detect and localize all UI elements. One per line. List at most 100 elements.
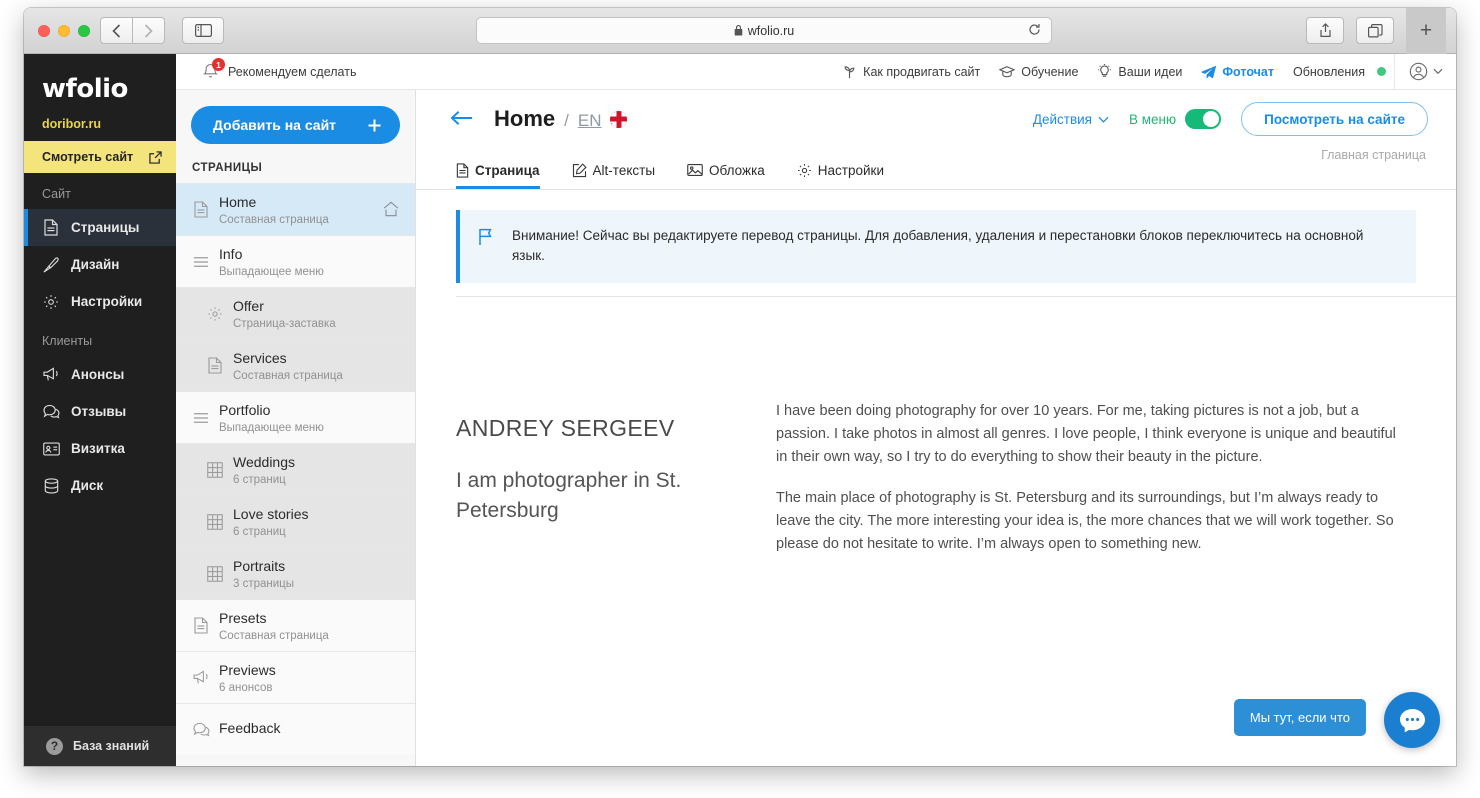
image-icon [687,163,703,177]
content-tagline[interactable]: I am photographer in St. Petersburg [456,466,776,527]
content-heading-name[interactable]: ANDREY SERGEEV [456,415,776,442]
notice-text: Внимание! Сейчас вы редактируете перевод… [512,228,1364,264]
top-link-education[interactable]: Обучение [999,65,1078,79]
site-domain-label: doribor.ru [42,117,102,131]
add-to-site-button[interactable]: Добавить на сайт [191,106,400,144]
sidebar-item-label: Страницы [71,220,140,235]
sidebar-item-label: Дизайн [71,257,120,272]
page-item-subtitle: 3 страницы [233,577,295,590]
sidebar-item-label: Диск [71,478,104,493]
in-menu-toggle[interactable] [1185,109,1222,129]
tab-cover[interactable]: Обложка [687,148,783,189]
address-bar-url: wfolio.ru [747,23,795,38]
page-list-item[interactable]: Offer Страница-заставка [176,287,415,339]
knowledge-base-button[interactable]: ? База знаний [24,726,176,766]
tab-page[interactable]: Страница [456,148,558,189]
paper-plane-icon [1201,65,1217,79]
tab-alt-texts[interactable]: Alt-тексты [572,148,673,189]
reload-icon[interactable] [1028,23,1041,36]
pages-panel: Добавить на сайт СТРАНИЦЫ Home Составная… [176,90,416,766]
close-window-button[interactable] [38,25,50,37]
wfolio-logo[interactable]: wfolio [24,54,176,104]
sidebar-item-design[interactable]: Дизайн [24,246,176,283]
chat-launcher-button[interactable] [1384,692,1440,748]
grid-icon [206,565,224,582]
tab-overview-icon[interactable] [1356,17,1394,44]
page-list-item[interactable]: Presets Составная страница [176,599,415,651]
page-item-title: Info [219,245,243,262]
chevron-down-icon [1098,116,1109,123]
page-list-item[interactable]: Previews 6 анонсов [176,651,415,703]
translation-notice-banner: Внимание! Сейчас вы редактируете перевод… [456,210,1416,283]
tab-settings[interactable]: Настройки [797,148,902,189]
page-icon [456,162,469,178]
top-link-promote[interactable]: Как продвигать сайт [842,64,980,79]
plus-icon [367,118,382,133]
home-icon [383,201,399,217]
sidebar-item-disk[interactable]: Диск [24,467,176,504]
top-link-photochat[interactable]: Фоточат [1201,65,1274,79]
tab-bar: Страница Alt-тексты Обложка Настройки [416,148,1456,190]
view-on-site-button[interactable]: Посмотреть на сайте [1241,102,1428,136]
nav-group-title-clients: Клиенты [42,334,93,348]
page-item-title: Weddings [233,453,296,470]
tab-label: Страница [475,162,540,178]
actions-dropdown[interactable]: Действия [1033,112,1109,127]
sidebar-item-reviews[interactable]: Отзывы [24,393,176,430]
maximize-window-button[interactable] [78,25,90,37]
page-list-item[interactable]: Love stories 6 страниц [176,495,415,547]
page-list-item[interactable]: Feedback [176,703,415,755]
sidebar-item-settings[interactable]: Настройки [24,283,176,320]
top-link-label: Обучение [1021,64,1079,79]
graduation-cap-icon [999,65,1016,79]
page-item-title: Services [233,349,287,366]
page-header: Home / EN Действия В меню Посмотреть на … [416,90,1456,162]
arrow-left-icon[interactable] [450,110,474,126]
gear-icon [797,163,812,178]
view-on-site-label: Посмотреть на сайте [1264,111,1405,127]
view-site-bar[interactable]: Смотреть сайт [24,141,176,173]
view-site-label: Смотреть сайт [42,150,134,164]
top-links: Как продвигать сайт Обучение Ваши идеи Ф… [842,63,1394,80]
document-icon [42,219,60,236]
page-list-item[interactable]: Weddings 6 страниц [176,443,415,495]
content-divider [456,296,1456,297]
page-list-item[interactable]: Info Выпадающее меню [176,235,415,287]
recommendations-button[interactable]: 1 Рекомендуем сделать [176,58,357,80]
browser-back-button[interactable] [100,17,133,44]
external-link-icon [149,150,162,164]
sidebar-item-announcements[interactable]: Анонсы [24,356,176,393]
sidebar-item-pages[interactable]: Страницы [24,209,176,246]
top-link-ideas[interactable]: Ваши идеи [1097,63,1182,80]
account-menu-button[interactable] [1394,54,1456,90]
sidebar-toggle-icon[interactable] [182,17,224,44]
sidebar-item-businesscard[interactable]: Визитка [24,430,176,467]
top-link-label: Фоточат [1222,64,1274,79]
page-item-subtitle: Составная страница [219,213,329,226]
browser-forward-button[interactable] [132,17,165,44]
page-title-row: Home / EN [494,106,628,132]
page-list-item[interactable]: Services Составная страница [176,339,415,391]
content-paragraph[interactable]: I have been doing photography for over 1… [776,400,1401,469]
contact-card-icon [42,442,60,456]
in-menu-toggle-group[interactable]: В меню [1129,109,1222,129]
page-list-item[interactable]: Portfolio Выпадающее меню [176,391,415,443]
notification-badge: 1 [212,58,225,71]
page-item-title: Offer [233,297,264,314]
chat-icon [42,404,60,419]
page-list-item[interactable]: Home Составная страница [176,183,415,235]
content-paragraph[interactable]: The main place of photography is St. Pet… [776,487,1401,556]
language-link[interactable]: EN [578,111,602,131]
recommendations-label: Рекомендуем сделать [228,64,357,79]
question-mark-icon: ? [46,737,63,755]
top-link-updates[interactable]: Обновления [1293,65,1386,79]
status-dot-icon [1377,67,1386,76]
chat-prompt-bubble[interactable]: Мы тут, если что [1233,699,1366,736]
address-bar[interactable]: wfolio.ru [476,17,1052,44]
page-list-item[interactable]: Portraits 3 страницы [176,547,415,599]
minimize-window-button[interactable] [58,25,70,37]
share-icon[interactable] [1306,17,1344,44]
page-item-title: Home [219,193,257,210]
page-viewport: wfolio doribor.ru Смотреть сайт Сайт Стр… [24,54,1456,766]
new-tab-button[interactable]: + [1406,8,1446,54]
